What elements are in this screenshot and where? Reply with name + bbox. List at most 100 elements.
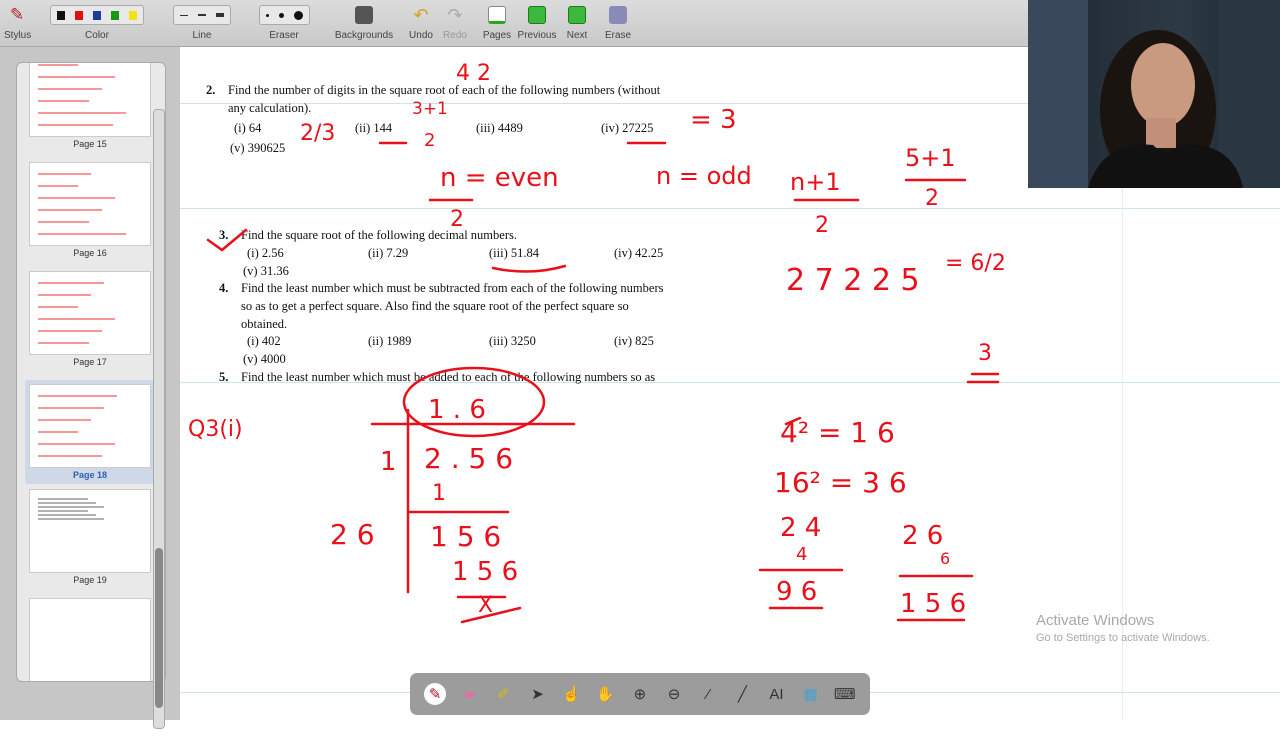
- line-medium[interactable]: [198, 14, 206, 16]
- pages-label: Pages: [482, 30, 512, 41]
- page-thumbnail[interactable]: Page 18: [25, 380, 155, 484]
- q2-item: (iv) 27225: [601, 121, 654, 135]
- zoom-in-tool-icon[interactable]: ⊕: [629, 683, 651, 705]
- q3-item: (iii) 51.84: [489, 246, 539, 260]
- q5-number: 5.: [219, 370, 229, 384]
- previous-page-icon: [528, 6, 546, 24]
- previous-button[interactable]: Previous: [516, 4, 558, 41]
- thumbnail-label: Page 15: [73, 139, 107, 149]
- pages-button[interactable]: Pages: [482, 4, 512, 41]
- backgrounds-icon: [355, 6, 373, 24]
- q4-text-3: obtained.: [241, 317, 288, 331]
- redo-icon: ↷: [447, 4, 463, 25]
- q3-item: (ii) 7.29: [368, 246, 409, 260]
- stylus-label: Stylus: [4, 30, 32, 41]
- eraser-tool-icon[interactable]: ▰: [458, 683, 480, 705]
- page-thumbnail[interactable]: Page 16: [29, 162, 151, 258]
- keyboard-tool-icon[interactable]: ⌨: [834, 683, 856, 705]
- thumbnail-preview: [29, 271, 151, 355]
- q4-item: (ii) 1989: [368, 334, 412, 348]
- eraser-group: Eraser: [250, 4, 318, 41]
- q4-item: (v) 4000: [243, 352, 286, 366]
- q4-text-2: so as to get a perfect square. Also find…: [241, 299, 629, 313]
- q4-item: (i) 402: [247, 334, 281, 348]
- q3-item: (v) 31.36: [243, 264, 289, 278]
- q2-item: (ii) 144: [355, 121, 393, 135]
- color-swatch[interactable]: [93, 10, 101, 20]
- eraser-small[interactable]: [265, 13, 269, 17]
- erase-button[interactable]: Erase: [604, 4, 632, 41]
- color-swatch[interactable]: [57, 10, 65, 20]
- line-group: Line: [168, 4, 236, 41]
- next-label: Next: [566, 30, 588, 41]
- laser-tool-icon[interactable]: ⁄: [697, 683, 719, 705]
- q4-item: (iv) 825: [614, 334, 654, 348]
- text-tool-icon[interactable]: AI: [765, 683, 787, 705]
- eraser-large[interactable]: [293, 10, 303, 20]
- q3-item: (iv) 42.25: [614, 246, 664, 260]
- undo-button[interactable]: ↶ Undo: [406, 4, 436, 42]
- page-thumbnail[interactable]: Page 17: [29, 271, 151, 367]
- textbook-page: 2. Find the number of digits in the squa…: [200, 65, 770, 395]
- pointer-tool-icon[interactable]: ➤: [526, 683, 548, 705]
- pen-tool-icon[interactable]: ✎: [424, 683, 447, 705]
- stylus-button[interactable]: ✎ Stylus: [4, 4, 32, 41]
- color-swatch[interactable]: [129, 10, 137, 20]
- previous-label: Previous: [517, 30, 557, 41]
- thumbnail-label: Page 16: [73, 248, 107, 258]
- line-tool-icon[interactable]: ╱: [731, 683, 753, 705]
- q2-item: (v) 390625: [230, 141, 286, 155]
- erase-label: Erase: [604, 30, 632, 41]
- color-label: Color: [85, 30, 109, 41]
- thumbnail-preview: [29, 63, 151, 137]
- q3-item: (i) 2.56: [247, 246, 284, 260]
- bottom-tool-palette: ✎ ▰ ✐ ➤ ☝ ✋ ⊕ ⊖ ⁄ ╱ AI ▦ ⌨: [410, 673, 870, 715]
- redo-button[interactable]: ↷ Redo: [440, 4, 470, 42]
- page-thumbnail[interactable]: Page 15: [29, 63, 151, 149]
- line-thin[interactable]: [180, 14, 188, 16]
- touch-tool-icon[interactable]: ☝: [561, 683, 583, 705]
- highlighter-tool-icon[interactable]: ✐: [492, 683, 514, 705]
- scrollbar-thumb[interactable]: [155, 548, 163, 708]
- next-page-icon: [568, 6, 586, 24]
- screen-capture-tool-icon[interactable]: ▦: [800, 683, 822, 705]
- undo-icon: ↶: [413, 4, 429, 25]
- q3-number: 3.: [219, 228, 229, 242]
- thumbnail-preview: [29, 489, 151, 573]
- page-thumbnail[interactable]: Page 20: [29, 598, 151, 681]
- q2-text: Find the number of digits in the square …: [228, 83, 661, 97]
- pages-icon: [488, 6, 506, 24]
- line-thick[interactable]: [216, 13, 224, 17]
- color-swatch[interactable]: [111, 10, 119, 20]
- pan-tool-icon[interactable]: ✋: [595, 683, 617, 705]
- color-swatch[interactable]: [75, 10, 83, 20]
- stylus-icon: ✎: [9, 5, 25, 24]
- page-thumbnail[interactable]: Page 19: [29, 489, 151, 585]
- clock: 19:26: [113, 735, 146, 750]
- erase-all-icon: [609, 6, 627, 24]
- thumbnail-preview: [29, 384, 151, 468]
- thumbnail-scrollbar[interactable]: [153, 109, 165, 729]
- q4-text: Find the least number which must be subt…: [241, 281, 664, 295]
- q4-item: (iii) 3250: [489, 334, 536, 348]
- next-button[interactable]: Next: [562, 4, 592, 41]
- webcam-overlay: [1028, 0, 1280, 188]
- q2-item: (i) 64: [234, 121, 262, 135]
- zoom-out-tool-icon[interactable]: ⊖: [663, 683, 685, 705]
- eraser-medium[interactable]: [278, 12, 284, 18]
- q2-item: (iii) 4489: [476, 121, 523, 135]
- redo-label: Redo: [443, 30, 467, 41]
- thumbnail-preview: [29, 598, 151, 681]
- q2-text-2: any calculation).: [228, 101, 312, 115]
- watermark-title: Activate Windows: [1036, 612, 1155, 629]
- eraser-label: Eraser: [269, 30, 299, 41]
- backgrounds-label: Backgrounds: [334, 30, 394, 41]
- q3-text: Find the square root of the following de…: [241, 228, 517, 242]
- thumbnail-label: Page 18: [72, 470, 108, 480]
- color-group: Color: [42, 4, 152, 41]
- activate-windows-watermark: Activate Windows Go to Settings to activ…: [1036, 612, 1210, 644]
- page-thumbnails: Page 15 Page 16 Page 17 Page 18 Page 19 Page …: [16, 62, 166, 682]
- page-sidebar: Page 15 Page 16 Page 17 Page 18 Page 19 Page …: [0, 47, 180, 750]
- q4-number: 4.: [219, 281, 229, 295]
- backgrounds-button[interactable]: Backgrounds: [334, 4, 394, 41]
